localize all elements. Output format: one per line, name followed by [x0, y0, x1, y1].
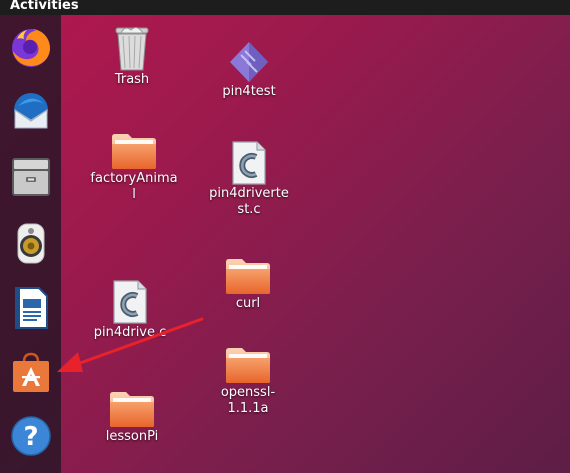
annotation-arrow — [57, 317, 204, 372]
